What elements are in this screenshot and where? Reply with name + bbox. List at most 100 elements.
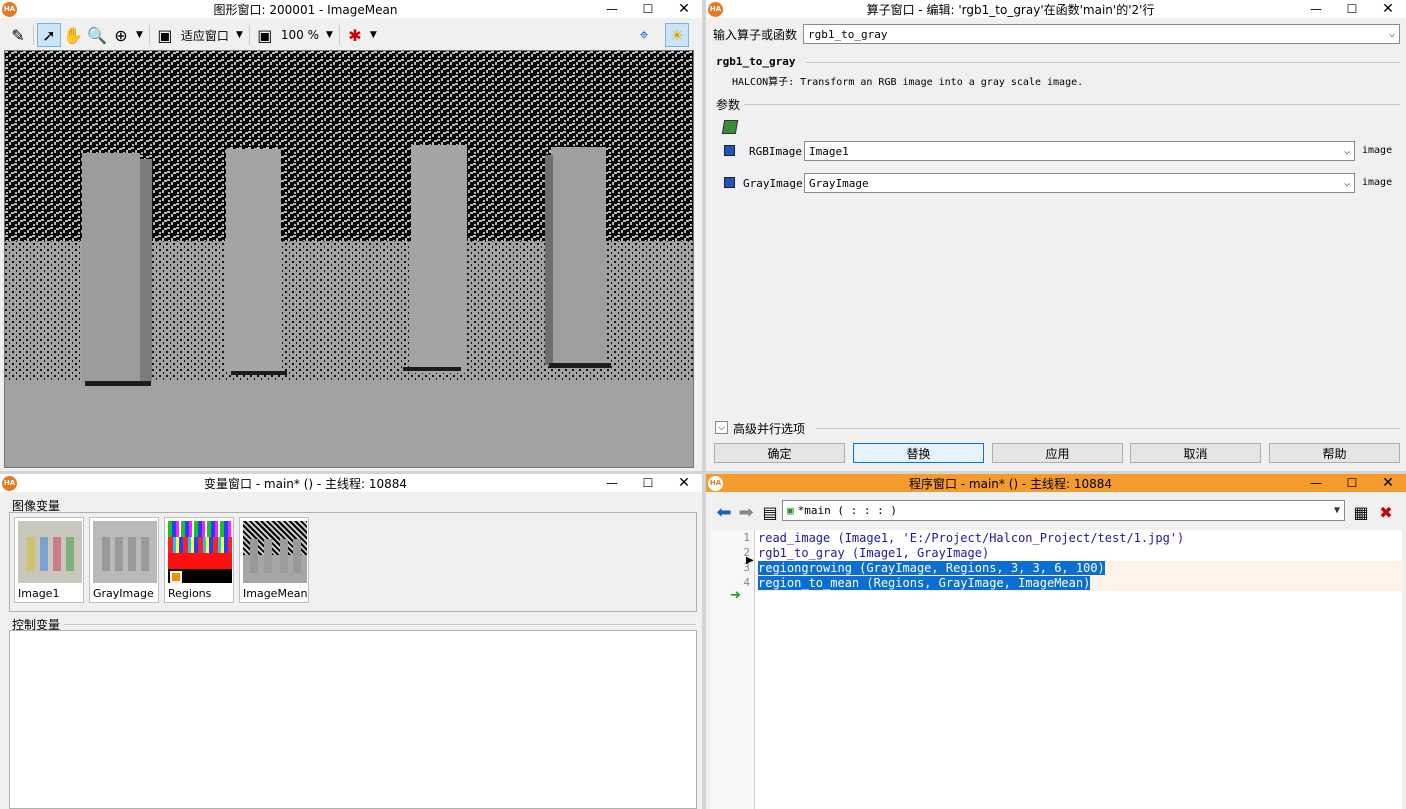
ok-button[interactable]: 确定: [714, 443, 845, 463]
variable-window: HA 变量窗口 - main* () - 主线程: 10884 — ☐ ✕ 图像…: [0, 474, 702, 809]
line-number: 1: [743, 531, 750, 544]
fit-window-label[interactable]: 适应窗口: [181, 27, 229, 44]
chevron-down-icon[interactable]: ⌵: [1344, 178, 1350, 189]
halcon-logo-icon: HA: [2, 1, 17, 17]
input-image-icon: [724, 145, 735, 156]
maximize-button[interactable]: ☐: [1334, 0, 1370, 18]
delete-procedure-icon[interactable]: ✖: [1374, 500, 1398, 524]
code-line-selected[interactable]: regiongrowing (GrayImage, Regions, 3, 3,…: [755, 561, 1402, 576]
param-value-select[interactable]: Image1 ⌵: [804, 141, 1355, 161]
code-line-selected[interactable]: region_to_mean (Regions, GrayImage, Imag…: [755, 576, 1402, 591]
variable-window-titlebar: HA 变量窗口 - main* () - 主线程: 10884 — ☐ ✕: [0, 474, 702, 492]
chevron-down-icon[interactable]: ▼: [1334, 505, 1340, 516]
regions-thumbnail: [168, 521, 232, 583]
params-label: 参数: [716, 98, 741, 112]
graphics-toolbar: ✎ ➚ ✋ 🔍 ⊕ ▼ ▣ 适应窗口 ▼ ▣ 100 % ▼ ✱ ▼: [6, 22, 380, 48]
operator-description: HALCON算子: Transform an RGB image into a …: [732, 77, 1084, 88]
image-var-grayimage[interactable]: GrayImage: [89, 517, 159, 603]
image-var-imagemean[interactable]: ImageMean: [239, 517, 309, 603]
line-number: 4: [743, 576, 750, 589]
advanced-options-label: 高级并行选项: [733, 422, 806, 436]
close-button[interactable]: ✕: [1370, 474, 1406, 492]
forward-arrow-icon[interactable]: ➡: [734, 500, 758, 524]
hand-tool-icon[interactable]: ✋: [61, 23, 85, 47]
image-var-name: ImageMean: [243, 587, 308, 600]
halcon-logo-icon: HA: [2, 475, 17, 491]
operator-input-field[interactable]: rgb1_to_gray ⌵: [803, 24, 1400, 44]
code-line[interactable]: read_image (Image1, 'E:/Project/Halcon_P…: [755, 531, 1402, 546]
param-value-select[interactable]: GrayImage ⌵: [804, 173, 1355, 193]
minimize-button[interactable]: —: [594, 0, 630, 18]
color-dropdown-arrow-icon[interactable]: ▼: [370, 30, 377, 40]
chevron-down-icon[interactable]: ⌵: [1344, 146, 1350, 157]
program-window-title: 程序窗口 - main* () - 主线程: 10884: [908, 476, 1113, 491]
operator-window-titlebar: HA 算子窗口 - 编辑: 'rgb1_to_gray'在函数'main'的'2…: [706, 0, 1406, 18]
maximize-button[interactable]: ☐: [630, 474, 666, 492]
zoom-percent-dropdown-arrow-icon[interactable]: ▼: [326, 30, 333, 40]
advanced-expand-toggle[interactable]: ⌵: [715, 421, 728, 434]
apply-button[interactable]: 应用: [992, 443, 1123, 463]
grayimage-thumbnail: [93, 521, 157, 583]
image-var-name: GrayImage: [93, 587, 154, 600]
zoom-percent-value[interactable]: 100 %: [281, 28, 319, 42]
procedure-list-icon[interactable]: ▤: [758, 500, 782, 524]
zoom-percent-icon[interactable]: ▣: [253, 23, 277, 47]
line-number-gutter: 1 2 3 4 ▶ ➜: [710, 530, 754, 809]
variable-window-title: 变量窗口 - main* () - 主线程: 10884: [203, 476, 408, 491]
close-button[interactable]: ✕: [1370, 0, 1406, 18]
image-var-image1[interactable]: Image1: [14, 517, 84, 603]
operator-name: rgb1_to_gray: [716, 55, 796, 68]
fit-window-icon[interactable]: ▣: [153, 23, 177, 47]
minimize-button[interactable]: —: [1298, 474, 1334, 492]
color-tool-icon[interactable]: ✱: [343, 23, 367, 47]
minimize-button[interactable]: —: [1298, 0, 1334, 18]
chevron-down-icon[interactable]: ⌵: [1389, 29, 1395, 40]
image-display[interactable]: [4, 50, 694, 468]
param-name: GrayImage: [743, 177, 803, 190]
code-line[interactable]: rgb1_to_gray (Image1, GrayImage): [755, 546, 1402, 561]
zoom-in-icon[interactable]: ⊕: [109, 23, 133, 47]
minimize-button[interactable]: —: [594, 474, 630, 492]
params-icon: [721, 120, 739, 134]
cancel-button[interactable]: 取消: [1130, 443, 1261, 463]
output-image-icon: [724, 177, 735, 188]
maximize-button[interactable]: ☐: [1334, 474, 1370, 492]
procedure-icon: ▣: [787, 504, 794, 517]
halcon-logo-icon: HA: [708, 1, 723, 17]
imagemean-thumbnail: [243, 521, 307, 583]
fit-dropdown-arrow-icon[interactable]: ▼: [236, 30, 243, 40]
operator-window: HA 算子窗口 - 编辑: 'rgb1_to_gray'在函数'main'的'2…: [706, 0, 1406, 471]
maximize-button[interactable]: ☐: [630, 0, 666, 18]
program-window: HA 程序窗口 - main* () - 主线程: 10884 — ☐ ✕ ⬅ …: [706, 474, 1406, 809]
pointer-tool-icon[interactable]: ➚: [37, 23, 61, 47]
magnifier-icon[interactable]: 🔍: [85, 23, 109, 47]
inspect-icon[interactable]: ⌖: [632, 23, 656, 47]
param-name: RGBImage: [749, 145, 802, 158]
insert-cursor-icon: ▶: [746, 555, 754, 566]
program-counter-arrow-icon: ➜: [730, 588, 741, 603]
halcon-logo-icon: HA: [708, 475, 723, 491]
image-var-regions[interactable]: Regions: [164, 517, 234, 603]
help-button[interactable]: 帮助: [1269, 443, 1400, 463]
image-var-name: Image1: [18, 587, 60, 600]
operator-input-value: rgb1_to_gray: [808, 27, 888, 41]
program-window-titlebar: HA 程序窗口 - main* () - 主线程: 10884 — ☐ ✕: [706, 474, 1406, 492]
lightbulb-icon[interactable]: ☀: [665, 23, 689, 47]
edit-procedure-icon[interactable]: ▦: [1349, 500, 1373, 524]
procedure-value: *main ( : : : ): [797, 504, 897, 517]
close-button[interactable]: ✕: [666, 474, 702, 492]
image-mean-canvas: [5, 51, 693, 467]
back-arrow-icon[interactable]: ⬅: [712, 500, 736, 524]
code-editor[interactable]: read_image (Image1, 'E:/Project/Halcon_P…: [754, 530, 1402, 809]
replace-button[interactable]: 替换: [853, 443, 984, 463]
image1-thumbnail: [18, 521, 82, 583]
graphics-window-titlebar: HA 图形窗口: 200001 - ImageMean — ☐ ✕: [0, 0, 702, 18]
zoom-dropdown-arrow-icon[interactable]: ▼: [136, 30, 143, 40]
image-var-name: Regions: [168, 587, 212, 600]
control-vars-list[interactable]: [9, 630, 697, 809]
procedure-select[interactable]: ▣ *main ( : : : ) ▼: [782, 500, 1345, 521]
pencil-icon[interactable]: ✎: [6, 23, 30, 47]
operator-window-title: 算子窗口 - 编辑: 'rgb1_to_gray'在函数'main'的'2'行: [866, 2, 1155, 17]
close-button[interactable]: ✕: [666, 0, 702, 18]
operator-input-label: 输入算子或函数: [713, 28, 798, 42]
